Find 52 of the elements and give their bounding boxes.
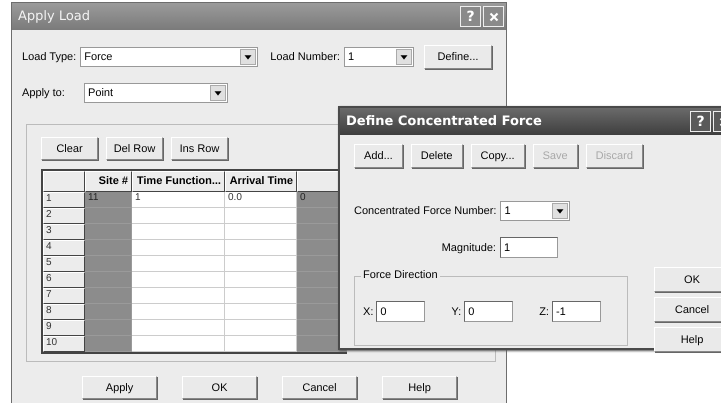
table-button[interactable]: Del Row	[106, 137, 163, 160]
row-header[interactable]: 10	[43, 336, 85, 352]
row-header[interactable]: 8	[43, 304, 85, 320]
table-button[interactable]: Ins Row	[171, 137, 228, 160]
coordinate-field[interactable]: -1	[552, 301, 601, 322]
window-title: Define Concentrated Force	[346, 114, 542, 129]
column-header: Time Function...	[132, 171, 225, 192]
row-header[interactable]: 1	[43, 192, 85, 208]
field-label: Apply to:	[22, 87, 66, 99]
dialog-button[interactable]: Help	[654, 327, 721, 352]
table-cell: 11	[85, 192, 132, 208]
table-cell: 0.0	[225, 192, 297, 208]
window-title: Apply Load	[18, 9, 90, 24]
coordinate-field[interactable]: 0	[376, 301, 426, 322]
field-label: Z:	[539, 306, 549, 318]
dialog-button[interactable]: Apply	[82, 376, 157, 399]
close-button[interactable]	[483, 6, 504, 27]
column-header: Arrival Time	[225, 171, 297, 192]
header-cell	[43, 171, 85, 192]
dialog-button[interactable]: Help	[382, 376, 457, 399]
load-number-dropdown[interactable]: 1	[344, 47, 414, 67]
row-header[interactable]: 3	[43, 224, 85, 240]
help-button[interactable]: ?	[690, 111, 711, 132]
column-header: Site #	[85, 171, 132, 192]
field-label: Concentrated Force Number:	[354, 205, 496, 217]
field-label: Load Type:	[22, 51, 76, 63]
row-header[interactable]: 6	[43, 272, 85, 288]
apply-to-dropdown[interactable]: Point	[84, 83, 228, 103]
row-header[interactable]: 7	[43, 288, 85, 304]
dialog-button[interactable]: Cancel	[654, 297, 721, 322]
field-label: Magnitude:	[440, 242, 496, 254]
dialog-button[interactable]: OK	[654, 267, 721, 292]
coordinate-field[interactable]: 0	[464, 301, 514, 322]
row-header[interactable]: 2	[43, 208, 85, 224]
table-button[interactable]: Clear	[41, 137, 98, 160]
dialog-button[interactable]: OK	[182, 376, 257, 399]
row-header[interactable]: 4	[43, 240, 85, 256]
toolbar-button[interactable]: Copy...	[470, 144, 525, 168]
magnitude-field[interactable]: 1	[500, 237, 558, 258]
field-label: Load Number:	[270, 51, 340, 63]
group-title: Force Direction	[361, 269, 440, 281]
define-button[interactable]: Define...	[424, 45, 492, 69]
row-header[interactable]: 9	[43, 320, 85, 336]
toolbar-button[interactable]: Delete	[410, 144, 463, 168]
load-type-dropdown[interactable]: Force	[80, 47, 258, 67]
field-label: Y:	[451, 306, 462, 318]
dialog-button[interactable]: Cancel	[282, 376, 357, 399]
toolbar-button[interactable]: Add...	[354, 144, 403, 168]
row-header[interactable]: 5	[43, 256, 85, 272]
table-cell: 1	[132, 192, 225, 208]
force-number-dropdown[interactable]: 1	[500, 201, 570, 221]
field-label: X:	[363, 306, 374, 318]
